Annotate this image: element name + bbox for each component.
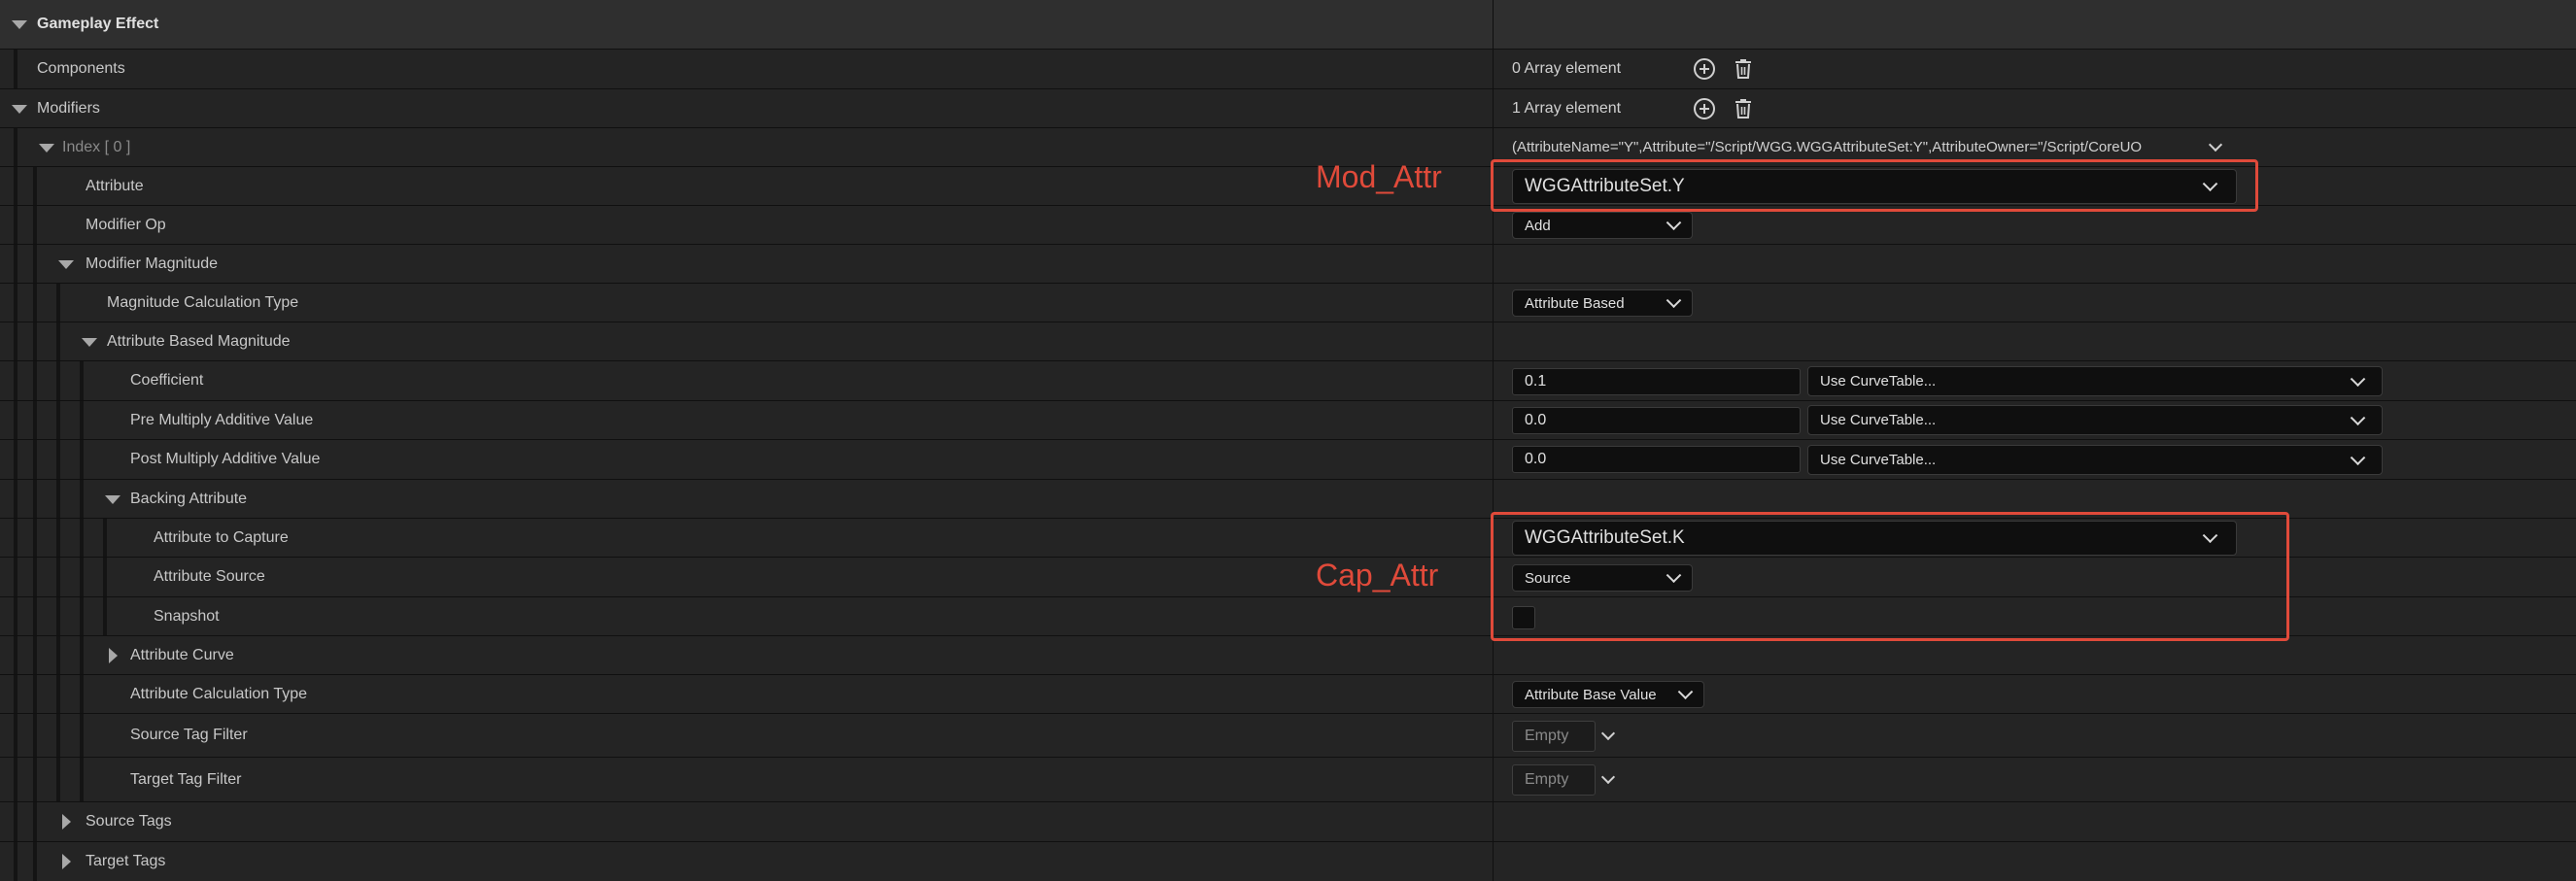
expand-arrow-icon[interactable] <box>62 814 71 830</box>
attribute-to-capture-value: WGGAttributeSet.K <box>1525 527 1685 548</box>
property-label: Modifiers <box>37 100 100 117</box>
property-label: Magnitude Calculation Type <box>107 294 299 311</box>
property-row-post-multiply: Post Multiply Additive Value 0.0 Use Cur… <box>0 440 2576 480</box>
property-row-attribute-curve[interactable]: Attribute Curve <box>0 636 2576 675</box>
annotation-label-cap-attr: Cap_Attr <box>1316 558 1439 593</box>
property-label: Target Tag Filter <box>130 771 242 788</box>
curve-table-dropdown[interactable]: Use CurveTable... <box>1807 405 2383 435</box>
pre-multiply-input[interactable]: 0.0 <box>1512 407 1801 434</box>
property-label: Components <box>37 60 125 77</box>
attribute-source-value: Source <box>1525 569 1571 587</box>
property-row-source-tags[interactable]: Source Tags <box>0 802 2576 842</box>
expand-arrow-icon[interactable] <box>12 20 27 29</box>
curve-table-value: Use CurveTable... <box>1820 373 1937 390</box>
target-tag-filter-box[interactable]: Empty <box>1512 764 1596 796</box>
property-label: Modifier Op <box>86 217 166 233</box>
expand-arrow-icon[interactable] <box>58 260 74 269</box>
modifier-op-value: Add <box>1525 217 1551 234</box>
property-label: Backing Attribute <box>130 491 248 507</box>
attribute-dropdown[interactable]: WGGAttributeSet.Y <box>1512 169 2237 204</box>
property-row-attribute-to-capture: Attribute to Capture WGGAttributeSet.K <box>0 519 2576 558</box>
array-count: 0 Array element <box>1512 60 1622 77</box>
plus-circle-icon[interactable] <box>1693 57 1716 81</box>
chevron-down-icon <box>2350 409 2366 425</box>
plus-circle-icon[interactable] <box>1693 97 1716 120</box>
property-label: Source Tag Filter <box>130 727 248 743</box>
property-row-coefficient: Coefficient 0.1 Use CurveTable... <box>0 361 2576 401</box>
chevron-down-icon <box>2202 176 2218 192</box>
curve-table-dropdown[interactable]: Use CurveTable... <box>1807 445 2383 475</box>
property-label: Attribute Calculation Type <box>130 686 308 702</box>
curve-table-value: Use CurveTable... <box>1820 452 1937 468</box>
annotation-label-mod-attr: Mod_Attr <box>1316 159 1442 194</box>
curve-table-dropdown[interactable]: Use CurveTable... <box>1807 366 2383 396</box>
details-panel: Gameplay Effect Components 0 Array eleme… <box>0 0 2576 881</box>
property-row-backing-attribute[interactable]: Backing Attribute <box>0 480 2576 519</box>
attribute-calc-type-dropdown[interactable]: Attribute Base Value <box>1512 681 1704 708</box>
magnitude-calc-type-dropdown[interactable]: Attribute Based <box>1512 289 1693 317</box>
property-row-attribute-calc-type: Attribute Calculation Type Attribute Bas… <box>0 675 2576 714</box>
property-label: Target Tags <box>86 853 166 869</box>
trash-icon[interactable] <box>1732 97 1755 120</box>
source-tag-filter-box[interactable]: Empty <box>1512 721 1596 752</box>
property-row-pre-multiply: Pre Multiply Additive Value 0.0 Use Curv… <box>0 401 2576 440</box>
post-multiply-input[interactable]: 0.0 <box>1512 446 1801 473</box>
curve-table-value: Use CurveTable... <box>1820 412 1937 428</box>
chevron-down-icon <box>1666 215 1682 231</box>
coefficient-input[interactable]: 0.1 <box>1512 368 1801 395</box>
property-row-modifier-op: Modifier Op Add <box>0 206 2576 245</box>
property-label: Snapshot <box>154 608 220 625</box>
property-row-magnitude-calc-type: Magnitude Calculation Type Attribute Bas… <box>0 284 2576 322</box>
property-label: Source Tags <box>86 813 172 830</box>
property-label: Attribute <box>86 178 144 194</box>
chevron-down-icon <box>1666 567 1682 584</box>
attribute-to-capture-dropdown[interactable]: WGGAttributeSet.K <box>1512 521 2237 556</box>
expand-arrow-icon[interactable] <box>105 495 120 504</box>
property-label: Post Multiply Additive Value <box>130 451 321 467</box>
trash-icon[interactable] <box>1732 57 1755 81</box>
chevron-down-icon <box>1666 292 1682 309</box>
expand-arrow-icon[interactable] <box>39 144 54 152</box>
property-row-attribute-source: Attribute Source Source <box>0 558 2576 597</box>
property-row-components: Components 0 Array element <box>0 50 2576 89</box>
attribute-value: WGGAttributeSet.Y <box>1525 176 1685 196</box>
category-label: Gameplay Effect <box>37 16 159 32</box>
chevron-down-icon <box>2350 449 2366 465</box>
struct-value-text: (AttributeName="Y",Attribute="/Script/WG… <box>1512 139 2143 155</box>
expand-arrow-icon[interactable] <box>109 648 118 663</box>
property-row-modifiers[interactable]: Modifiers 1 Array element <box>0 89 2576 128</box>
chevron-down-icon <box>1677 684 1694 700</box>
property-row-target-tag-filter: Target Tag Filter Empty <box>0 758 2576 802</box>
property-label: Coefficient <box>130 372 204 389</box>
property-row-attribute: Attribute WGGAttributeSet.Y <box>0 167 2576 206</box>
property-label: Attribute to Capture <box>154 529 289 546</box>
chevron-down-icon <box>2350 370 2366 387</box>
property-row-index-0[interactable]: Index [ 0 ] (AttributeName="Y",Attribute… <box>0 128 2576 167</box>
property-row-attribute-based-magnitude[interactable]: Attribute Based Magnitude <box>0 322 2576 361</box>
attribute-calc-type-value: Attribute Base Value <box>1525 686 1657 703</box>
property-label: Modifier Magnitude <box>86 255 219 272</box>
expand-arrow-icon[interactable] <box>12 105 27 114</box>
property-label: Attribute Based Magnitude <box>107 333 291 350</box>
property-label: Attribute Curve <box>130 647 234 663</box>
property-label: Pre Multiply Additive Value <box>130 412 314 428</box>
expand-arrow-icon[interactable] <box>62 854 71 869</box>
category-gameplay-effect[interactable]: Gameplay Effect <box>0 0 2576 50</box>
property-row-target-tags[interactable]: Target Tags <box>0 842 2576 881</box>
array-count: 1 Array element <box>1512 100 1622 117</box>
snapshot-checkbox[interactable] <box>1512 606 1535 629</box>
property-label: Attribute Source <box>154 568 265 585</box>
property-label: Index [ 0 ] <box>62 139 131 155</box>
magnitude-calc-type-value: Attribute Based <box>1525 294 1625 312</box>
modifier-op-dropdown[interactable]: Add <box>1512 212 1693 239</box>
attribute-source-dropdown[interactable]: Source <box>1512 564 1693 592</box>
expand-arrow-icon[interactable] <box>82 338 97 347</box>
property-row-source-tag-filter: Source Tag Filter Empty <box>0 714 2576 758</box>
property-row-modifier-magnitude[interactable]: Modifier Magnitude <box>0 245 2576 284</box>
property-row-snapshot: Snapshot <box>0 597 2576 636</box>
chevron-down-icon <box>2202 527 2218 544</box>
